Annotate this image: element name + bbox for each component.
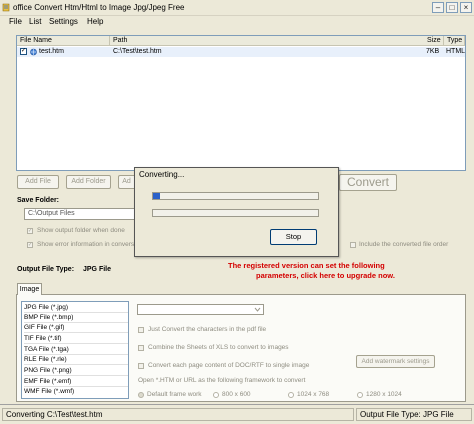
upgrade-notice-line1: The registered version can set the follo…: [228, 261, 385, 270]
row-type: HTML: [446, 48, 466, 55]
menu-help[interactable]: Help: [87, 17, 103, 26]
file-table[interactable]: File Name Path Size Type ✓ test.htm C:\T…: [16, 35, 466, 171]
just-convert-label: Just Convert the characters in the pdf f…: [148, 326, 267, 333]
column-header-size[interactable]: Size: [424, 36, 444, 46]
chevron-down-icon: [253, 306, 262, 313]
add-file-button[interactable]: Add File: [17, 175, 59, 189]
row-file-name: test.htm: [39, 48, 64, 55]
column-header-path[interactable]: Path: [110, 36, 441, 46]
just-convert-checkbox[interactable]: [138, 327, 144, 333]
save-folder-label: Save Folder:: [17, 197, 60, 204]
row-size: 7KB: [426, 48, 440, 55]
maximize-button[interactable]: □: [446, 2, 458, 13]
minimize-button[interactable]: –: [432, 2, 444, 13]
radio-800x600[interactable]: [213, 392, 219, 398]
window-title: office Convert Htm/Html to Image Jpg/Jpe…: [13, 3, 185, 12]
convert-each-page-checkbox[interactable]: [138, 363, 144, 369]
column-header-file-name[interactable]: File Name: [17, 36, 110, 46]
add-partial-button[interactable]: Ad: [118, 175, 134, 189]
title-bar: office Convert Htm/Html to Image Jpg/Jpe…: [0, 0, 474, 16]
radio-800x600-label: 800 x 600: [222, 391, 251, 398]
add-watermark-button[interactable]: Add watermark settings: [356, 355, 435, 368]
list-item[interactable]: JPG File (*.jpg): [24, 303, 128, 313]
include-converted-order-checkbox[interactable]: [350, 242, 356, 248]
app-icon: [2, 3, 10, 12]
list-item[interactable]: GIF File (*.gif): [24, 323, 128, 333]
dialog-title-bar: Converting...: [135, 168, 338, 181]
row-checkbox[interactable]: ✓: [20, 48, 27, 55]
menu-settings[interactable]: Settings: [49, 17, 78, 26]
list-item[interactable]: EMF File (*.emf): [24, 377, 128, 387]
tab-image[interactable]: Image: [17, 283, 42, 295]
close-button[interactable]: ×: [460, 2, 472, 13]
radio-1280x1024[interactable]: [357, 392, 363, 398]
menu-file[interactable]: File: [9, 17, 22, 26]
progress-bar: [152, 192, 319, 200]
status-conversion: Converting C:\Test\test.htm: [2, 408, 354, 421]
radio-1024x768-label: 1024 x 768: [297, 391, 330, 398]
list-item[interactable]: PNG File (*.png): [24, 366, 128, 376]
list-item[interactable]: TIF File (*.tif): [24, 334, 128, 344]
show-error-info-label: Show error information in conversi: [37, 241, 136, 248]
show-error-info-checkbox[interactable]: ✓: [27, 242, 33, 248]
list-item[interactable]: WMF File (*.wmf): [24, 387, 128, 397]
combine-sheets-label: Combine the Sheets of XLS to convert to …: [148, 344, 289, 351]
radio-1024x768[interactable]: [288, 392, 294, 398]
upgrade-notice[interactable]: The registered version can set the follo…: [228, 261, 468, 281]
menu-list[interactable]: List: [29, 17, 41, 26]
table-row[interactable]: ✓ test.htm C:\Test\test.htm 7KB HTML: [17, 47, 465, 57]
output-file-type-label: Output File Type:: [17, 266, 75, 273]
upgrade-notice-line2: parameters, click here to upgrade now.: [256, 271, 395, 280]
converting-dialog: Converting... Stop: [134, 167, 339, 257]
status-output-type: Output File Type: JPG File: [356, 408, 472, 421]
radio-default-framework[interactable]: [138, 392, 144, 398]
add-folder-button[interactable]: Add Folder: [66, 175, 111, 189]
radio-default-framework-label: Default frame work: [147, 391, 202, 398]
row-path: C:\Test\test.htm: [113, 48, 162, 55]
list-item[interactable]: TGA File (*.tga): [24, 345, 128, 355]
format-list[interactable]: JPG File (*.jpg) BMP File (*.bmp) GIF Fi…: [21, 301, 129, 399]
convert-each-page-label: Convert each page content of DOC/RTF to …: [148, 362, 310, 369]
stop-button[interactable]: Stop: [270, 229, 317, 245]
column-header-type[interactable]: Type: [444, 36, 465, 46]
radio-1280x1024-label: 1280 x 1024: [366, 391, 402, 398]
include-converted-order-label: Include the converted file order: [359, 241, 449, 248]
progress-bar-fill: [153, 193, 160, 199]
show-output-folder-label: Show output folder when done: [37, 227, 125, 234]
menu-bar: File List Settings Help: [0, 16, 474, 28]
convert-button[interactable]: Convert: [339, 174, 397, 191]
show-output-folder-checkbox[interactable]: ✓: [27, 228, 33, 234]
output-file-type-value: JPG File: [83, 266, 112, 273]
htm-file-icon: [30, 48, 37, 58]
secondary-progress-bar: [152, 209, 319, 217]
combine-sheets-checkbox[interactable]: [138, 345, 144, 351]
open-framework-label: Open *.HTM or URL as the following frame…: [138, 377, 306, 384]
option-select[interactable]: [137, 304, 264, 315]
status-bar: Converting C:\Test\test.htm Output File …: [0, 404, 474, 424]
list-item[interactable]: BMP File (*.bmp): [24, 313, 128, 323]
save-folder-input[interactable]: C:\Output Files: [24, 208, 135, 220]
dialog-title: Converting...: [139, 170, 185, 179]
list-item[interactable]: RLE File (*.rle): [24, 355, 128, 365]
